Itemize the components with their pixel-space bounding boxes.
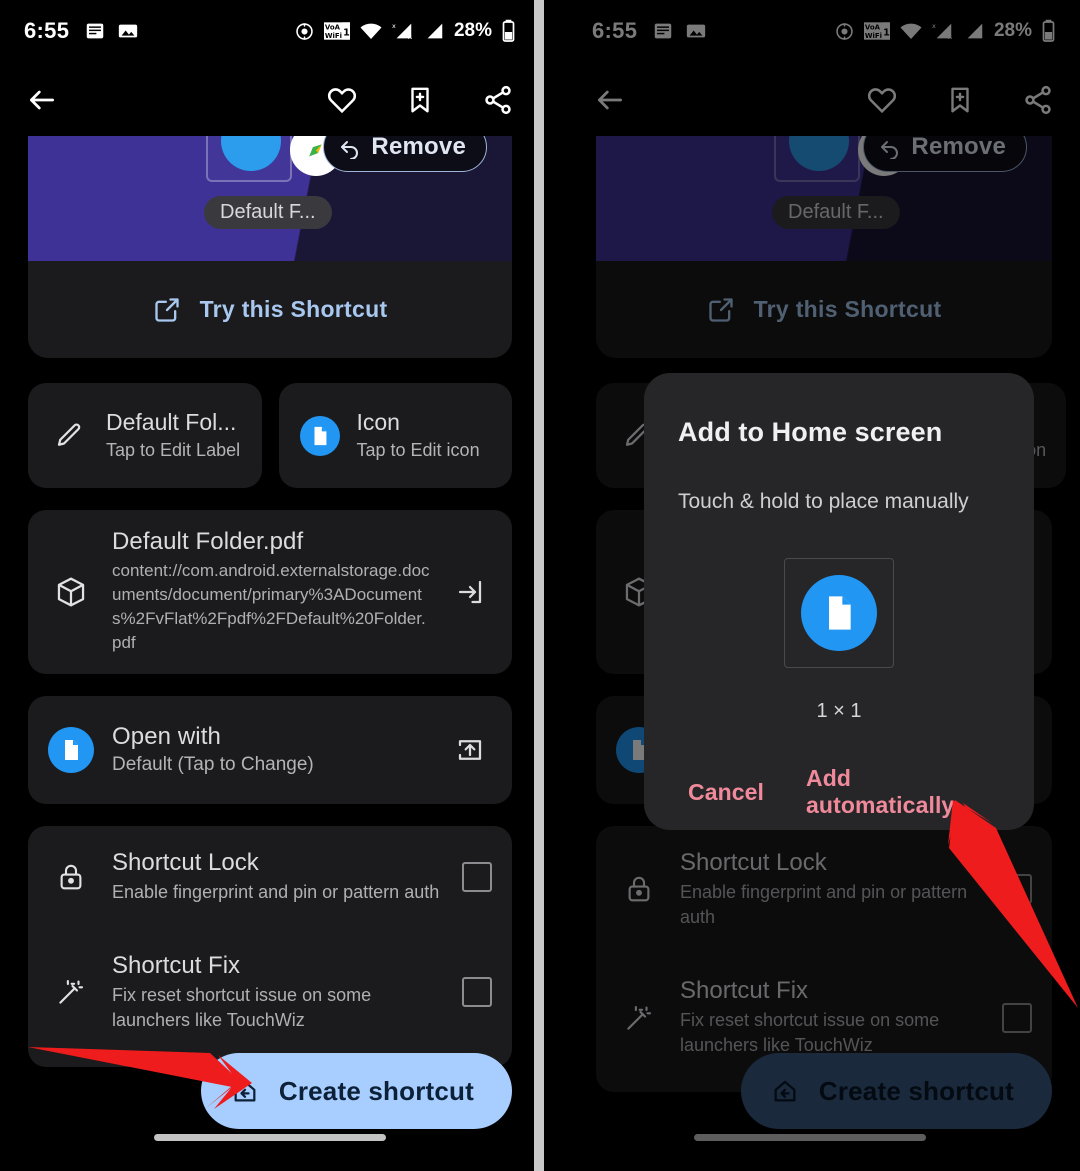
home-indicator[interactable]	[154, 1134, 386, 1141]
dialog-subtitle: Touch & hold to place manually	[678, 490, 969, 513]
status-bar-notifications	[84, 20, 139, 42]
preview-icon-circle	[221, 136, 281, 171]
preview-label-chip: Default F...	[204, 196, 332, 229]
location-icon	[296, 22, 313, 40]
vowifi-icon: VoAWiFi1	[323, 22, 350, 40]
wifi-icon	[360, 23, 382, 39]
open-in-app-icon	[458, 739, 482, 760]
add-to-home-screen-dialog: Add to Home screen Touch & hold to place…	[644, 373, 1034, 830]
image-icon	[119, 24, 138, 38]
package-icon	[48, 575, 94, 609]
svg-text:x: x	[392, 22, 396, 30]
open-in-new-icon	[154, 297, 179, 322]
edit-label-title: Default Fol...	[106, 409, 237, 436]
file-target-card[interactable]: Default Folder.pdf content://com.android…	[28, 510, 512, 674]
status-bar-time: 6:55	[24, 18, 70, 43]
edit-icon-title: Icon	[356, 409, 400, 436]
shortcut-fix-subtitle: Fix reset shortcut issue on some launche…	[112, 984, 372, 1030]
back-arrow-icon	[30, 90, 54, 109]
options-card: Shortcut Lock Enable fingerprint and pin…	[28, 825, 512, 1068]
open-with-title: Open with	[112, 723, 221, 750]
dialog-cancel-button[interactable]: Cancel	[678, 773, 774, 812]
signal-2-icon	[427, 23, 443, 39]
bookmark-button[interactable]	[405, 85, 435, 120]
dialog-icon-preview	[784, 558, 894, 668]
status-bar: 6:55 VoAWiFi1 xR 28%	[0, 8, 540, 54]
svg-text:1: 1	[343, 27, 350, 38]
input-arrow-icon	[458, 580, 482, 603]
edit-icon-subtitle: Tap to Edit icon	[356, 440, 480, 461]
svg-text:VoA: VoA	[325, 23, 341, 31]
edit-icon-card[interactable]: Icon Tap to Edit icon	[278, 383, 512, 488]
shortcut-fix-row[interactable]: Shortcut Fix Fix reset shortcut issue on…	[28, 922, 512, 1057]
dialog-size-label: 1 × 1	[816, 700, 862, 722]
app-toolbar	[0, 68, 540, 136]
back-button[interactable]	[26, 84, 58, 121]
try-this-shortcut-button[interactable]: Try this Shortcut	[28, 261, 512, 358]
magic-wand-icon	[48, 977, 94, 1007]
file-name: Default Folder.pdf	[112, 528, 304, 555]
signal-1-icon: xR	[392, 22, 413, 41]
edit-label-card[interactable]: Default Fol... Tap to Edit Label	[28, 383, 262, 488]
remove-label: Remove	[371, 136, 466, 160]
battery-icon	[502, 19, 515, 42]
open-with-card[interactable]: Open with Default (Tap to Change)	[28, 695, 512, 804]
shortcut-lock-row[interactable]: Shortcut Lock Enable fingerprint and pin…	[28, 832, 512, 922]
file-icon	[48, 726, 94, 773]
shortcut-preview-banner: Remove Default F...	[28, 136, 512, 261]
undo-icon	[341, 141, 359, 159]
shortcut-lock-title: Shortcut Lock	[112, 848, 259, 876]
file-uri: content://com.android.externalstorage.do…	[112, 561, 430, 653]
open-with-subtitle: Default (Tap to Change)	[112, 754, 314, 775]
panel-divider	[534, 0, 544, 1171]
scroll-content: Remove Default F... Try this Shortcut De…	[0, 136, 540, 1068]
favorite-button[interactable]	[326, 84, 358, 121]
file-icon	[299, 415, 340, 456]
left-phone-screenshot: 6:55 VoA WiFi 1 xR 28% Remove Default F.…	[0, 0, 540, 1171]
status-bar-system-icons: VoAWiFi1 xR 28%	[294, 19, 516, 43]
dialog-add-automatically-button[interactable]: Add automatically	[796, 759, 1000, 825]
lock-icon	[48, 862, 94, 892]
open-with-action[interactable]	[448, 735, 492, 765]
screenshot-root: 6:55 VoA WiFi 1 xR 28% Remove Default F.…	[0, 0, 1080, 1171]
preview-icon-frame	[206, 136, 292, 182]
right-phone-screenshot: 6:55 VoAWiFi1 xR 28%	[540, 0, 1080, 1171]
pencil-icon	[48, 421, 90, 451]
try-this-shortcut-label: Try this Shortcut	[199, 296, 388, 322]
svg-text:WiFi: WiFi	[325, 32, 342, 40]
notes-icon	[86, 23, 104, 39]
create-shortcut-label: Create shortcut	[278, 1075, 474, 1106]
add-to-home-icon	[234, 1080, 256, 1102]
file-icon	[801, 575, 877, 651]
heart-icon	[328, 87, 356, 113]
file-open-action[interactable]	[448, 577, 492, 607]
share-button[interactable]	[482, 84, 514, 121]
svg-text:R: R	[408, 33, 413, 41]
shortcut-fix-checkbox[interactable]	[462, 977, 492, 1008]
edit-cards-row: Default Fol... Tap to Edit Label Icon	[28, 383, 512, 488]
shortcut-lock-checkbox[interactable]	[462, 861, 492, 892]
share-icon	[485, 85, 511, 114]
bookmark-add-icon	[411, 87, 429, 112]
dialog-title: Add to Home screen	[678, 417, 943, 447]
remove-button[interactable]: Remove	[323, 136, 487, 172]
battery-percent: 28%	[453, 20, 492, 41]
shortcut-lock-subtitle: Enable fingerprint and pin or pattern au…	[112, 881, 440, 902]
edit-label-subtitle: Tap to Edit Label	[106, 440, 241, 461]
shortcut-fix-title: Shortcut Fix	[112, 951, 241, 979]
create-shortcut-button[interactable]: Create shortcut	[200, 1053, 512, 1129]
